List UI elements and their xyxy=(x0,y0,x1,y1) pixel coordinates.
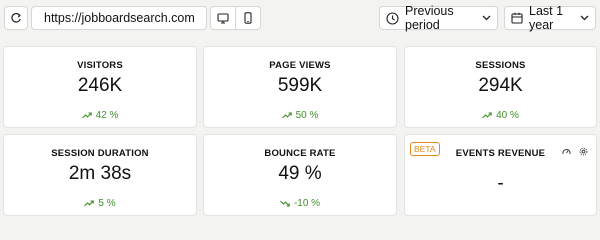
desktop-icon xyxy=(217,12,229,24)
metric-card-page-views[interactable]: PAGE VIEWS 599K 50 % xyxy=(203,46,397,128)
metric-delta: -10 % xyxy=(204,198,396,209)
metric-delta: 40 % xyxy=(405,110,596,121)
date-range-selector[interactable]: Last 1 year xyxy=(504,4,596,32)
metric-delta-value: 40 % xyxy=(496,110,519,121)
mobile-view-button[interactable] xyxy=(235,6,261,30)
metric-card-session-duration[interactable]: SESSION DURATION 2m 38s 5 % xyxy=(3,134,197,216)
chevron-down-icon xyxy=(482,15,491,21)
metric-delta-value: 5 % xyxy=(98,198,116,209)
metric-delta-value: 50 % xyxy=(295,110,319,121)
metric-title: SESSIONS xyxy=(475,60,526,71)
metric-delta: 50 % xyxy=(204,110,396,121)
mobile-icon xyxy=(244,12,252,24)
compare-period-selector[interactable]: Previous period xyxy=(379,4,498,32)
toolbar: https://jobboardsearch.com Previous peri… xyxy=(0,0,600,36)
metric-delta-value: -10 % xyxy=(293,198,321,209)
trend-up-icon xyxy=(81,112,92,119)
website-selector[interactable]: https://jobboardsearch.com xyxy=(31,6,207,30)
metric-card-visitors[interactable]: VISITORS 246K 42 % xyxy=(3,46,197,128)
metric-value: 49 % xyxy=(278,163,322,184)
metric-value: - xyxy=(497,173,504,194)
metric-delta-value: 42 % xyxy=(95,110,119,121)
website-url: https://jobboardsearch.com xyxy=(44,11,195,25)
metric-title: BOUNCE RATE xyxy=(264,148,336,159)
metric-title: PAGE VIEWS xyxy=(269,60,331,71)
gear-icon[interactable] xyxy=(579,147,588,156)
clock-icon xyxy=(386,11,399,25)
calendar-icon xyxy=(511,12,523,24)
trend-up-icon xyxy=(281,112,292,119)
refresh-button[interactable] xyxy=(4,6,28,30)
trend-down-icon xyxy=(280,200,290,207)
metric-card-sessions[interactable]: SESSIONS 294K 40 % xyxy=(404,46,597,128)
metric-value: 294K xyxy=(478,75,523,96)
metric-value: 599K xyxy=(277,75,323,96)
metric-delta: 42 % xyxy=(4,110,196,121)
chevron-down-icon xyxy=(580,15,589,21)
compare-period-label: Previous period xyxy=(405,4,454,32)
metric-card-events-revenue[interactable]: BETA EVENTS REVENUE - xyxy=(404,134,597,216)
metric-value: 246K xyxy=(77,75,123,96)
refresh-icon xyxy=(11,13,21,23)
metric-value: 2m 38s xyxy=(68,163,132,184)
gauge-icon[interactable] xyxy=(562,147,571,156)
desktop-view-button[interactable] xyxy=(210,6,236,30)
metric-card-bounce-rate[interactable]: BOUNCE RATE 49 % -10 % xyxy=(203,134,397,216)
metric-title: SESSION DURATION xyxy=(51,148,149,159)
card-tools xyxy=(562,147,588,156)
trend-up-icon xyxy=(482,112,492,119)
trend-up-icon xyxy=(84,200,95,207)
date-range-label: Last 1 year xyxy=(529,4,564,32)
metric-delta: 5 % xyxy=(4,198,196,209)
metric-title: VISITORS xyxy=(77,60,123,71)
